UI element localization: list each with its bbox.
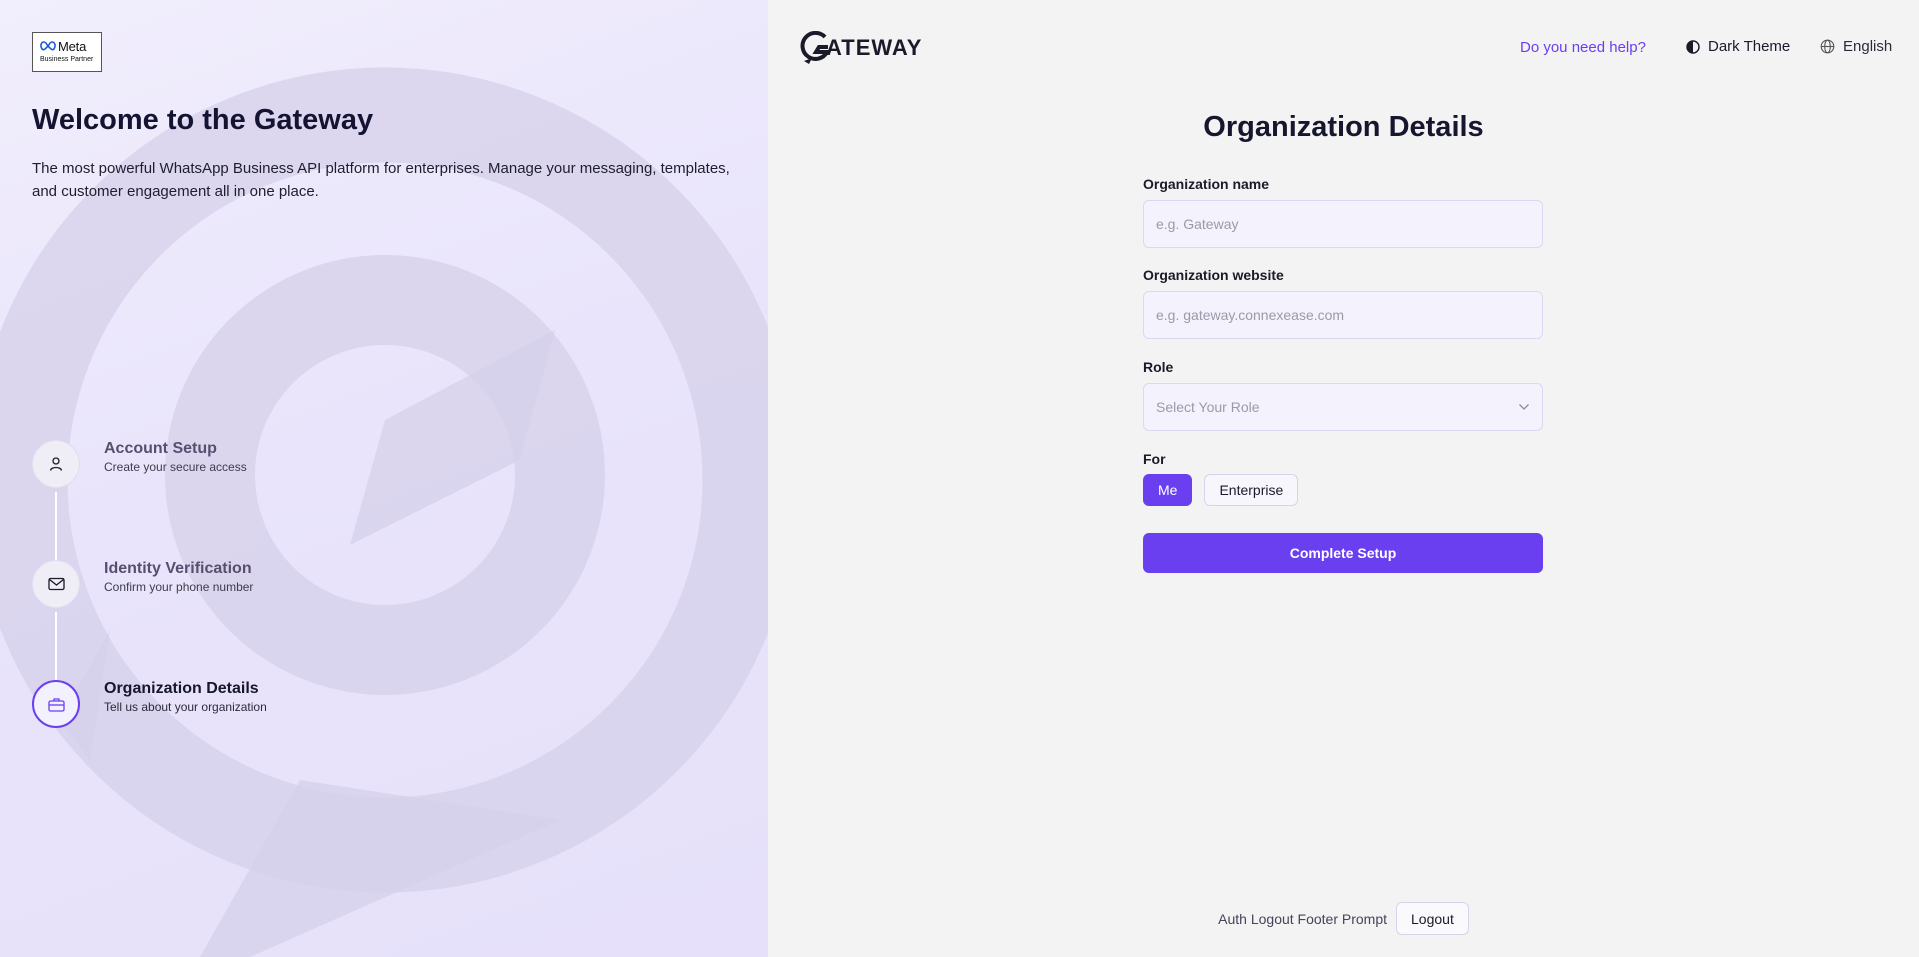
chevron-down-icon — [1519, 404, 1529, 410]
theme-toggle-button[interactable]: Dark Theme — [1686, 38, 1790, 55]
form-title: Organization Details — [1203, 111, 1484, 143]
role-select-placeholder: Select Your Role — [1156, 399, 1260, 415]
org-name-input[interactable] — [1143, 200, 1543, 248]
gateway-logo: ATEWAY — [800, 31, 922, 65]
org-website-label: Organization website — [1143, 267, 1284, 283]
step-organization-details-circle — [32, 680, 80, 728]
language-label: English — [1843, 38, 1893, 55]
meta-logo-icon — [40, 41, 56, 51]
meta-business-partner-badge: Meta Business Partner — [32, 32, 102, 72]
step-identity-verification-circle — [32, 560, 80, 608]
main-panel: ATEWAY Do you need help? Dark Theme Engl… — [768, 0, 1919, 957]
contrast-icon — [1686, 39, 1700, 54]
step-organization-details: Organization Details Tell us about your … — [32, 680, 532, 728]
onboarding-side-panel: Meta Business Partner Welcome to the Gat… — [0, 0, 768, 957]
step-identity-verification: Identity Verification Confirm your phone… — [32, 560, 532, 608]
step-account-setup-circle — [32, 440, 80, 488]
complete-setup-button[interactable]: Complete Setup — [1143, 533, 1543, 573]
help-link[interactable]: Do you need help? — [1520, 39, 1646, 56]
user-icon — [49, 457, 63, 471]
organization-form: Organization name Organization website R… — [1143, 176, 1543, 573]
auth-footer: Auth Logout Footer Prompt Logout — [768, 902, 1919, 935]
step-subtitle: Tell us about your organization — [104, 700, 267, 714]
welcome-title: Welcome to the Gateway — [32, 104, 374, 136]
for-label: For — [1143, 451, 1166, 467]
meta-brand-text: Meta — [58, 38, 87, 54]
for-option-enterprise[interactable]: Enterprise — [1204, 474, 1299, 506]
theme-toggle-label: Dark Theme — [1708, 38, 1791, 55]
role-label: Role — [1143, 359, 1174, 375]
brand-name: ATEWAY — [826, 35, 923, 60]
org-website-input[interactable] — [1143, 291, 1543, 339]
for-option-me[interactable]: Me — [1143, 474, 1193, 506]
globe-icon — [1820, 39, 1835, 54]
step-connector — [55, 612, 57, 680]
logout-footer-prompt: Auth Logout Footer Prompt — [1218, 910, 1388, 927]
step-account-setup: Account Setup Create your secure access — [32, 440, 532, 488]
welcome-description: The most powerful WhatsApp Business API … — [32, 160, 730, 200]
step-subtitle: Confirm your phone number — [104, 580, 254, 594]
step-title: Identity Verification — [104, 560, 252, 577]
partner-badge-subtitle: Business Partner — [40, 56, 94, 63]
language-selector[interactable]: English — [1820, 38, 1892, 55]
logout-button[interactable]: Logout — [1396, 902, 1469, 935]
role-select[interactable]: Select Your Role — [1143, 383, 1543, 431]
briefcase-icon — [47, 697, 65, 712]
mail-icon — [47, 577, 65, 591]
step-subtitle: Create your secure access — [104, 460, 247, 474]
step-title: Organization Details — [104, 680, 259, 697]
step-connector — [55, 492, 57, 560]
step-title: Account Setup — [104, 440, 217, 457]
for-toggle-group: Me Enterprise — [1143, 474, 1543, 506]
org-name-label: Organization name — [1143, 176, 1270, 192]
